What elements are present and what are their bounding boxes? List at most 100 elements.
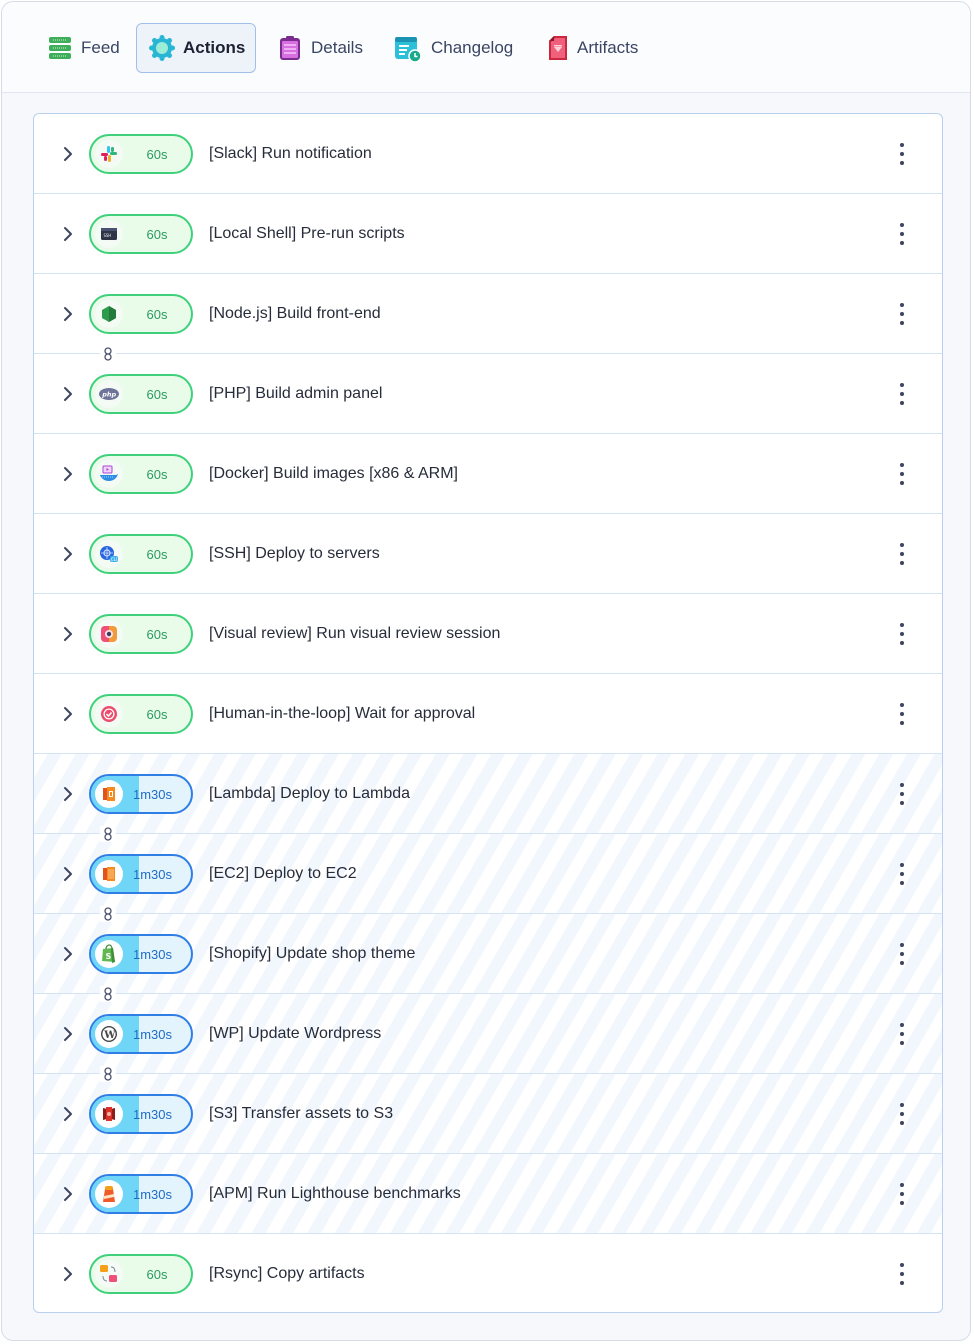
action-row[interactable]: php 60s [PHP] Build admin panel [34, 354, 942, 434]
tab-artifacts-label: Artifacts [577, 38, 639, 57]
action-title: [Docker] Build images [x86 & ARM] [209, 465, 458, 482]
action-row[interactable]: 1m30s [APM] Run Lighthouse benchmarks [34, 1154, 942, 1234]
more-options-kebab-icon[interactable] [896, 703, 908, 725]
aws-lambda-icon [95, 780, 123, 808]
success-status-pill: 60s [89, 614, 193, 654]
expand-chevron-icon[interactable] [61, 544, 75, 564]
more-options-kebab-icon[interactable] [896, 143, 908, 165]
clipboard-icon [277, 35, 303, 61]
action-row[interactable]: 60s [Visual review] Run visual review ses… [34, 594, 942, 674]
svg-text:S: S [106, 952, 112, 961]
action-title: [APM] Run Lighthouse benchmarks [209, 1185, 461, 1202]
expand-chevron-icon[interactable] [61, 784, 75, 804]
action-row[interactable]: 1m30s [Lambda] Deploy to Lambda [34, 754, 942, 834]
chain-link-icon [100, 1066, 116, 1082]
duration-label: 60s [146, 146, 168, 162]
more-options-kebab-icon[interactable] [896, 383, 908, 405]
aws-s3-icon [95, 1100, 123, 1128]
expand-chevron-icon[interactable] [61, 384, 75, 404]
expand-chevron-icon[interactable] [61, 1024, 75, 1044]
shopify-icon: S [95, 940, 123, 968]
expand-chevron-icon[interactable] [61, 1264, 75, 1284]
visual-review-icon [95, 620, 123, 648]
duration-label: 60s [146, 546, 168, 562]
expand-chevron-icon[interactable] [61, 864, 75, 884]
action-row[interactable]: SSH 60s [Local Shell] Pre-run scripts [34, 194, 942, 274]
action-row[interactable]: 60s [Docker] Build images [x86 & ARM] [34, 434, 942, 514]
more-options-kebab-icon[interactable] [896, 1263, 908, 1285]
wordpress-icon: W [95, 1020, 123, 1048]
running-status-pill: 1m30s [89, 1174, 193, 1214]
approval-icon [95, 700, 123, 728]
terminal-icon: SSH [95, 220, 123, 248]
more-options-kebab-icon[interactable] [896, 1103, 908, 1125]
artifact-file-icon [547, 35, 569, 61]
chain-link-icon [100, 906, 116, 922]
svg-text:W: W [103, 1030, 116, 1041]
action-title: [Local Shell] Pre-run scripts [209, 225, 405, 242]
expand-chevron-icon[interactable] [61, 704, 75, 724]
chain-link-icon [100, 346, 116, 362]
tab-changelog[interactable]: Changelog [380, 23, 526, 73]
more-options-kebab-icon[interactable] [896, 623, 908, 645]
expand-chevron-icon[interactable] [61, 1184, 75, 1204]
svg-text:CLI: CLI [111, 557, 117, 562]
more-options-kebab-icon[interactable] [896, 943, 908, 965]
duration-label: 60s [146, 1266, 168, 1282]
action-title: [EC2] Deploy to EC2 [209, 865, 357, 882]
tab-details[interactable]: Details [264, 23, 376, 73]
more-options-kebab-icon[interactable] [896, 1023, 908, 1045]
action-row[interactable]: 60s [Human-in-the-loop] Wait for approval [34, 674, 942, 754]
expand-chevron-icon[interactable] [61, 624, 75, 644]
expand-chevron-icon[interactable] [61, 304, 75, 324]
running-status-pill: 1m30s [89, 1094, 193, 1134]
success-status-pill: 60s [89, 1254, 193, 1294]
tab-feed-label: Feed [81, 38, 120, 57]
action-row[interactable]: 1m30s [EC2] Deploy to EC2 [34, 834, 942, 914]
more-options-kebab-icon[interactable] [896, 543, 908, 565]
expand-chevron-icon[interactable] [61, 144, 75, 164]
docker-icon [95, 460, 123, 488]
more-options-kebab-icon[interactable] [896, 863, 908, 885]
ssh-cli-icon: CLI [95, 540, 123, 568]
action-row[interactable]: 60s [Rsync] Copy artifacts [34, 1234, 942, 1314]
running-status-pill: 1m30s [89, 854, 193, 894]
tab-artifacts[interactable]: Artifacts [534, 23, 651, 73]
rsync-icon [95, 1260, 123, 1288]
duration-label: 1m30s [133, 946, 173, 962]
more-options-kebab-icon[interactable] [896, 1183, 908, 1205]
success-status-pill: php 60s [89, 374, 193, 414]
action-row[interactable]: CLI 60s [SSH] Deploy to servers [34, 514, 942, 594]
success-status-pill: CLI 60s [89, 534, 193, 574]
tab-actions[interactable]: Actions [136, 23, 256, 73]
action-title: [Lambda] Deploy to Lambda [209, 785, 411, 802]
more-options-kebab-icon[interactable] [896, 463, 908, 485]
aws-ec2-icon [95, 860, 123, 888]
duration-label: 60s [146, 306, 168, 322]
action-row[interactable]: 60s [Node.js] Build front-end [34, 274, 942, 354]
more-options-kebab-icon[interactable] [896, 303, 908, 325]
action-title: [Visual review] Run visual review sessio… [209, 625, 501, 642]
expand-chevron-icon[interactable] [61, 224, 75, 244]
action-row[interactable]: 1m30s [S3] Transfer assets to S3 [34, 1074, 942, 1154]
chain-link-icon [100, 826, 116, 842]
success-status-pill: 60s [89, 454, 193, 494]
running-status-pill: 1m30s [89, 774, 193, 814]
action-row[interactable]: 60s [Slack] Run notification [34, 114, 942, 194]
expand-chevron-icon[interactable] [61, 1104, 75, 1124]
action-title: [Slack] Run notification [209, 145, 372, 162]
action-row[interactable]: W 1m30s [WP] Update Wordpress [34, 994, 942, 1074]
duration-label: 1m30s [133, 1106, 173, 1122]
action-title: [Shopify] Update shop theme [209, 945, 416, 962]
svg-text:SSH: SSH [104, 233, 112, 238]
duration-label: 60s [146, 386, 168, 402]
tab-feed[interactable]: Feed [34, 23, 133, 73]
expand-chevron-icon[interactable] [61, 944, 75, 964]
more-options-kebab-icon[interactable] [896, 783, 908, 805]
actions-gear-icon [149, 35, 175, 61]
more-options-kebab-icon[interactable] [896, 223, 908, 245]
expand-chevron-icon[interactable] [61, 464, 75, 484]
tab-details-label: Details [311, 38, 363, 57]
action-row[interactable]: S 1m30s [Shopify] Update shop theme [34, 914, 942, 994]
feed-icon [47, 35, 73, 61]
